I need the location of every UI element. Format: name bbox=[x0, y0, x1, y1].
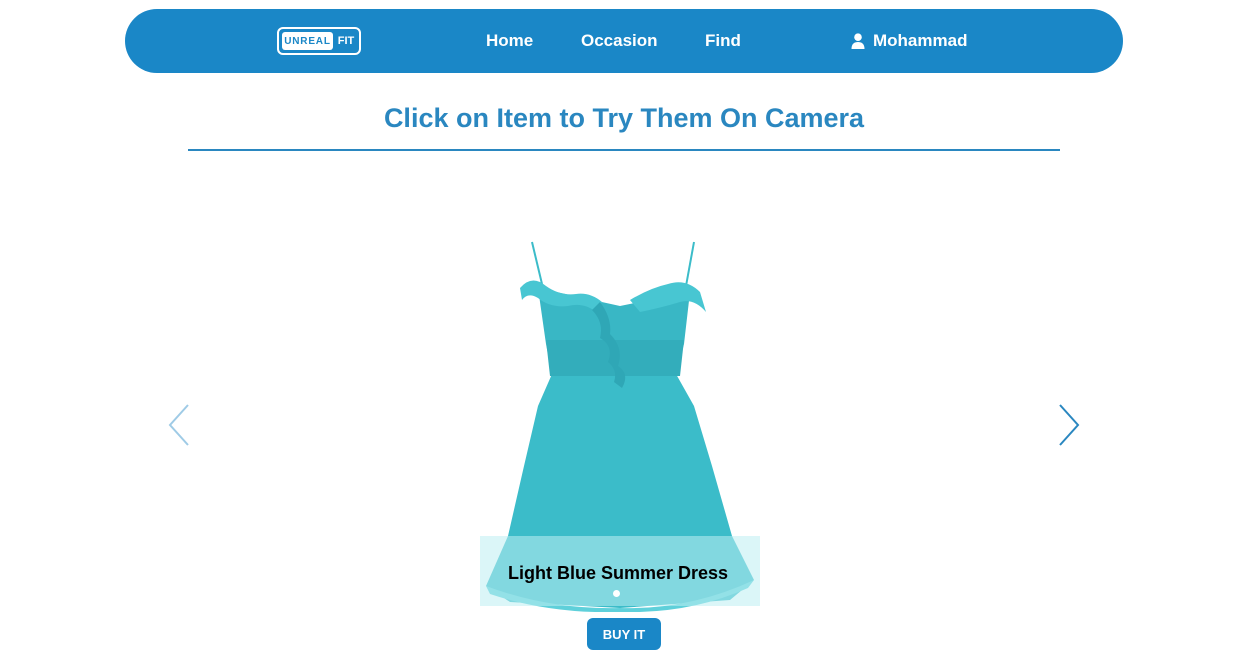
product-carousel[interactable]: Light Blue Summer Dress bbox=[480, 236, 760, 612]
logo-text-fit: FIT bbox=[337, 35, 355, 47]
buy-it-button[interactable]: BUY IT bbox=[587, 618, 661, 650]
carousel-prev-button[interactable] bbox=[166, 402, 192, 448]
carousel-indicator-active[interactable] bbox=[613, 590, 620, 597]
title-divider bbox=[188, 149, 1060, 151]
user-icon bbox=[851, 33, 865, 49]
logo-text-unreal: UNREAL bbox=[282, 32, 333, 50]
nav-home-link[interactable]: Home bbox=[486, 30, 533, 52]
unrealfit-logo[interactable]: UNREAL FIT bbox=[277, 27, 361, 55]
carousel-next-button[interactable] bbox=[1056, 402, 1082, 448]
page-title: Click on Item to Try Them On Camera bbox=[383, 103, 865, 133]
carousel-item-caption: Light Blue Summer Dress bbox=[507, 563, 729, 583]
top-navbar: UNREAL FIT Home Occasion Find Mohammad bbox=[125, 9, 1123, 73]
nav-user-menu[interactable]: Mohammad bbox=[851, 30, 967, 52]
user-name: Mohammad bbox=[873, 31, 968, 50]
nav-occasion-link[interactable]: Occasion bbox=[581, 30, 658, 52]
chevron-left-icon bbox=[168, 404, 189, 446]
chevron-right-icon bbox=[1059, 404, 1080, 446]
nav-find-link[interactable]: Find bbox=[705, 30, 741, 52]
